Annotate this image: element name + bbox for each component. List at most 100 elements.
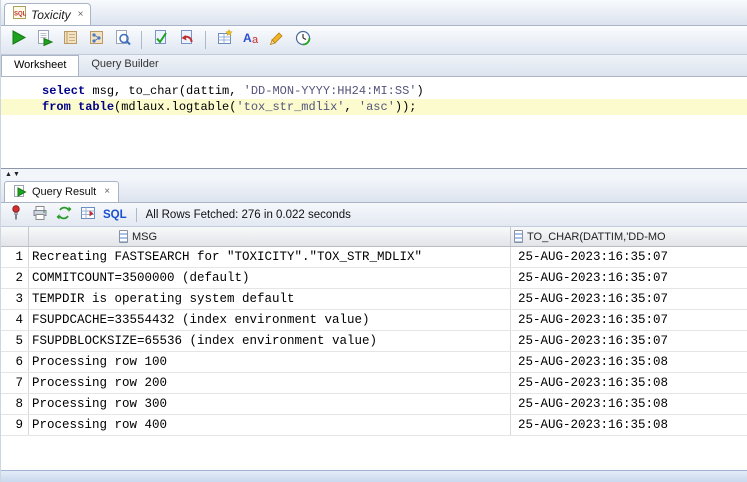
row-number[interactable]: 6 bbox=[1, 352, 29, 372]
sql-worksheet-file-icon: SQL bbox=[12, 5, 27, 25]
time-cell[interactable]: 25-AUG-2023:16:35:07 bbox=[511, 310, 747, 330]
time-cell[interactable]: 25-AUG-2023:16:35:08 bbox=[511, 394, 747, 414]
commit-icon bbox=[152, 29, 170, 52]
close-icon[interactable]: × bbox=[104, 187, 110, 197]
sql-history-button[interactable] bbox=[291, 29, 314, 52]
run-icon bbox=[10, 29, 27, 51]
worksheet-tab-bar: Worksheet Query Builder bbox=[1, 55, 747, 77]
msg-cell[interactable]: Recreating FASTSEARCH for "TOXICITY"."TO… bbox=[29, 247, 511, 267]
unshared-worksheet-button[interactable] bbox=[213, 28, 236, 52]
msg-cell[interactable]: FSUPDBLOCKSIZE=65536 (index environment … bbox=[29, 331, 511, 351]
msg-cell[interactable]: Processing row 300 bbox=[29, 394, 511, 414]
row-number[interactable]: 4 bbox=[1, 310, 29, 330]
table-row[interactable]: 3 TEMPDIR is operating system default 25… bbox=[1, 289, 747, 310]
toolbar-separator bbox=[135, 207, 137, 222]
tab-worksheet[interactable]: Worksheet bbox=[1, 55, 80, 76]
fetch-all-button[interactable] bbox=[79, 206, 97, 224]
time-cell[interactable]: 25-AUG-2023:16:35:07 bbox=[511, 331, 747, 351]
time-cell[interactable]: 25-AUG-2023:16:35:08 bbox=[511, 373, 747, 393]
sql-keyword: select bbox=[42, 84, 86, 98]
tab-query-builder[interactable]: Query Builder bbox=[79, 55, 170, 76]
change-case-button[interactable]: A a bbox=[239, 29, 262, 52]
rollback-button[interactable] bbox=[175, 29, 198, 52]
collapse-up-icon[interactable]: ▲ bbox=[5, 171, 12, 178]
row-number[interactable]: 5 bbox=[1, 331, 29, 351]
autotrace-icon bbox=[62, 29, 80, 52]
horizontal-splitter[interactable]: ▲ ▼ bbox=[1, 168, 747, 179]
sql-keyword: from bbox=[42, 100, 71, 114]
column-header-label: TO_CHAR(DATTIM,'DD-MO bbox=[527, 230, 666, 243]
collapse-down-icon[interactable]: ▼ bbox=[13, 171, 20, 178]
tab-query-result[interactable]: Query Result × bbox=[4, 181, 120, 202]
msg-cell[interactable]: TEMPDIR is operating system default bbox=[29, 289, 511, 309]
table-row[interactable]: 8 Processing row 300 25-AUG-2023:16:35:0… bbox=[1, 394, 747, 415]
sql-link[interactable]: SQL bbox=[103, 209, 127, 221]
time-cell[interactable]: 25-AUG-2023:16:35:07 bbox=[511, 268, 747, 288]
column-header-to-char[interactable]: TO_CHAR(DATTIM,'DD-MO bbox=[511, 227, 747, 246]
row-number[interactable]: 3 bbox=[1, 289, 29, 309]
refresh-button[interactable] bbox=[55, 206, 73, 224]
sql-text: )); bbox=[394, 100, 417, 114]
column-header-msg[interactable]: MSG bbox=[29, 227, 511, 246]
table-row[interactable]: 5 FSUPDBLOCKSIZE=65536 (index environmen… bbox=[1, 331, 747, 352]
sql-tuning-button[interactable] bbox=[111, 29, 134, 52]
pin-button[interactable] bbox=[7, 205, 25, 224]
toolbar-separator bbox=[141, 31, 142, 49]
svg-text:SQL: SQL bbox=[14, 11, 27, 17]
msg-cell[interactable]: Processing row 100 bbox=[29, 352, 511, 372]
result-tab-bar: Query Result × bbox=[1, 179, 747, 203]
time-cell[interactable]: 25-AUG-2023:16:35:08 bbox=[511, 352, 747, 372]
row-number-column-header[interactable] bbox=[1, 227, 29, 246]
column-type-icon bbox=[119, 230, 128, 243]
clear-button[interactable] bbox=[265, 29, 288, 52]
msg-cell[interactable]: COMMITCOUNT=3500000 (default) bbox=[29, 268, 511, 288]
table-row[interactable]: 6 Processing row 100 25-AUG-2023:16:35:0… bbox=[1, 352, 747, 373]
refresh-icon bbox=[56, 205, 72, 224]
row-number[interactable]: 1 bbox=[1, 247, 29, 267]
table-row[interactable]: 9 Processing row 400 25-AUG-2023:16:35:0… bbox=[1, 415, 747, 436]
pencil-icon bbox=[268, 29, 286, 52]
pin-icon bbox=[8, 205, 24, 224]
sql-editor[interactable]: select msg, to_char(dattim, 'DD-MON-YYYY… bbox=[1, 77, 747, 168]
time-cell[interactable]: 25-AUG-2023:16:35:08 bbox=[511, 415, 747, 435]
commit-button[interactable] bbox=[149, 29, 172, 52]
table-row[interactable]: 7 Processing row 200 25-AUG-2023:16:35:0… bbox=[1, 373, 747, 394]
row-number[interactable]: 2 bbox=[1, 268, 29, 288]
autotrace-button[interactable] bbox=[59, 29, 82, 52]
sql-string: 'tox_str_mdlix' bbox=[236, 100, 345, 114]
run-script-icon bbox=[36, 29, 54, 52]
sql-text: msg, to_char(dattim, bbox=[85, 84, 244, 98]
row-number[interactable]: 8 bbox=[1, 394, 29, 414]
result-toolbar: SQL All Rows Fetched: 276 in 0.022 secon… bbox=[1, 203, 747, 227]
sql-text: , bbox=[344, 100, 359, 114]
run-statement-button[interactable] bbox=[7, 29, 30, 52]
table-row[interactable]: 4 FSUPDCACHE=33554432 (index environment… bbox=[1, 310, 747, 331]
print-button[interactable] bbox=[31, 206, 49, 224]
sql-keyword: table bbox=[78, 100, 115, 114]
close-icon[interactable]: × bbox=[78, 9, 84, 20]
clock-icon bbox=[294, 29, 312, 52]
horizontal-scrollbar[interactable] bbox=[1, 470, 747, 482]
row-number[interactable]: 9 bbox=[1, 415, 29, 435]
table-row[interactable]: 1 Recreating FASTSEARCH for "TOXICITY"."… bbox=[1, 247, 747, 268]
fetch-status-text: All Rows Fetched: 276 in 0.022 seconds bbox=[145, 208, 351, 221]
row-number[interactable]: 7 bbox=[1, 373, 29, 393]
msg-cell[interactable]: Processing row 200 bbox=[29, 373, 511, 393]
printer-icon bbox=[32, 205, 48, 224]
code-line-2: from table(mdlaux.logtable('tox_str_mdli… bbox=[1, 99, 747, 115]
time-cell[interactable]: 25-AUG-2023:16:35:07 bbox=[511, 247, 747, 267]
toolbar-separator bbox=[205, 31, 206, 49]
worksheet-toolbar: A a bbox=[1, 26, 747, 55]
column-type-icon bbox=[514, 230, 523, 243]
msg-cell[interactable]: Processing row 400 bbox=[29, 415, 511, 435]
run-script-button[interactable] bbox=[33, 29, 56, 52]
explain-plan-button[interactable] bbox=[85, 29, 108, 52]
table-row[interactable]: 2 COMMITCOUNT=3500000 (default) 25-AUG-2… bbox=[1, 268, 747, 289]
tab-toxicity[interactable]: SQL Toxicity × bbox=[4, 3, 92, 25]
msg-cell[interactable]: FSUPDCACHE=33554432 (index environment v… bbox=[29, 310, 511, 330]
grid-header-row: MSG TO_CHAR(DATTIM,'DD-MO bbox=[1, 227, 747, 247]
sql-string: 'DD-MON-YYYY:HH24:MI:SS' bbox=[243, 84, 417, 98]
change-case-icon: A a bbox=[242, 29, 260, 52]
time-cell[interactable]: 25-AUG-2023:16:35:07 bbox=[511, 289, 747, 309]
